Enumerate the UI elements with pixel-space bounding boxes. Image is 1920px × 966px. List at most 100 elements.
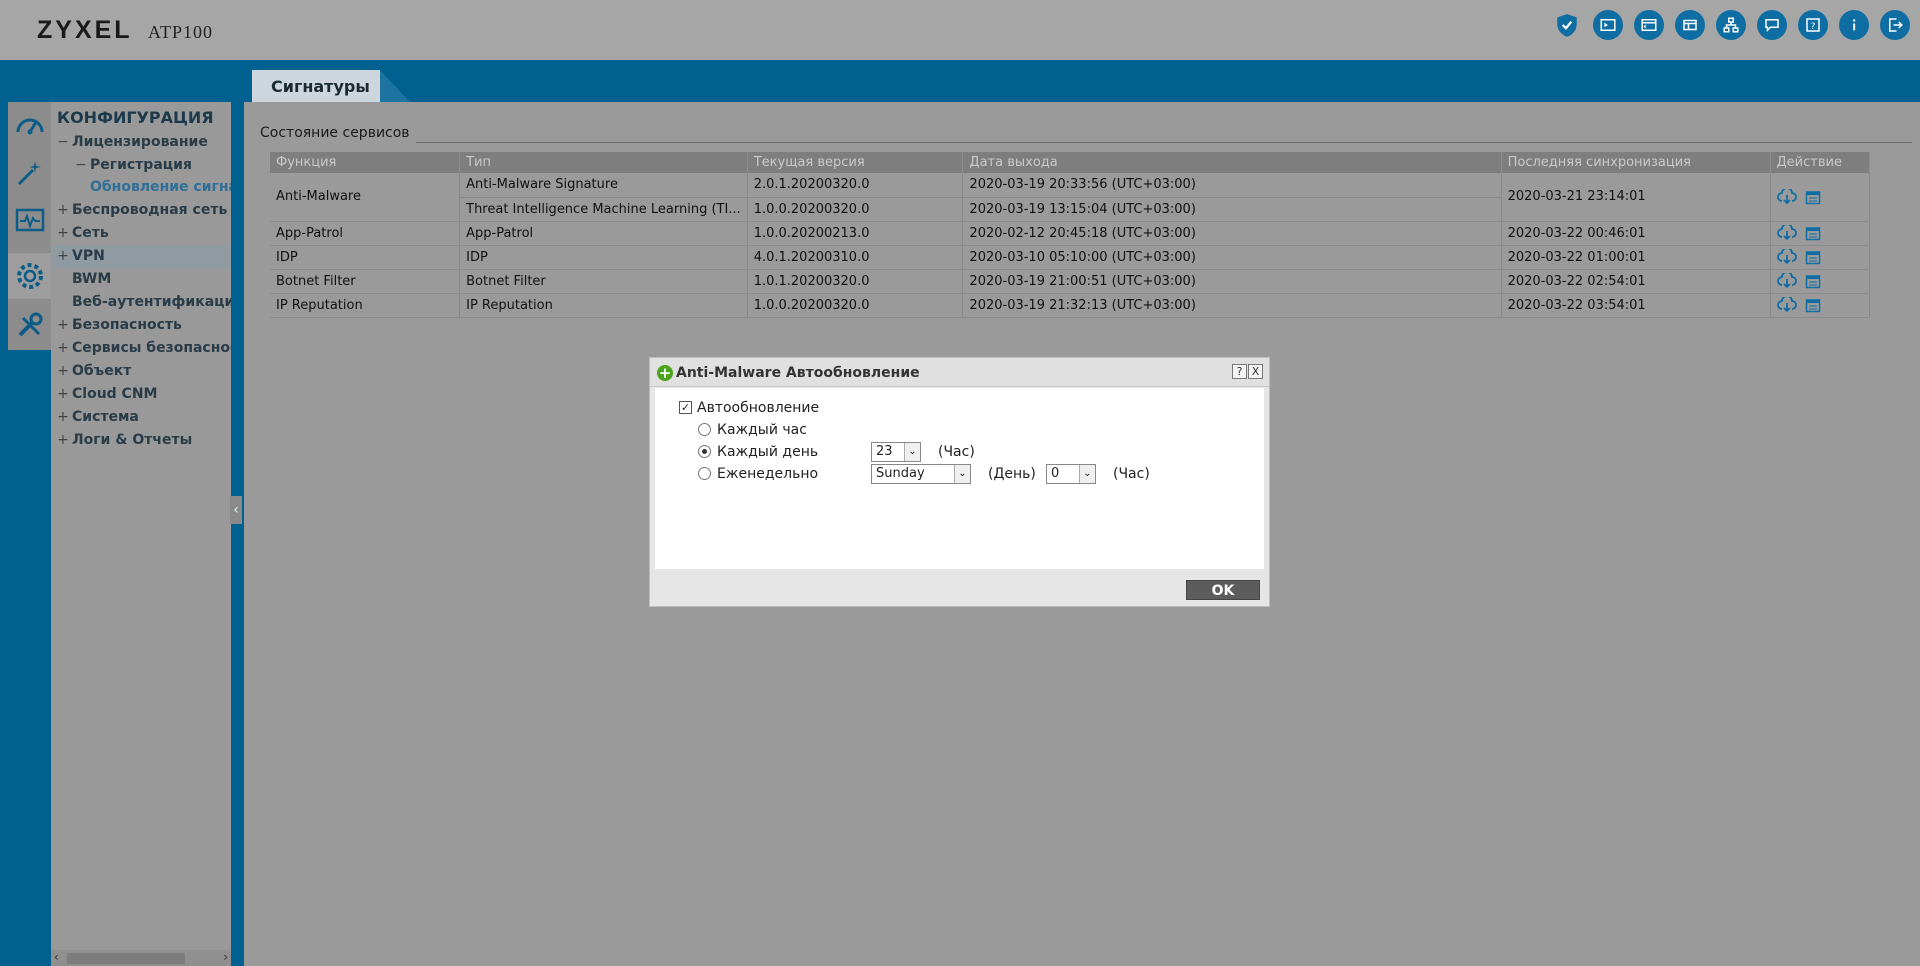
header-toolbar: ? bbox=[1552, 10, 1910, 40]
nav-item-wireless[interactable]: + Беспроводная сеть bbox=[51, 199, 231, 222]
daily-label: Каждый день bbox=[717, 444, 819, 460]
col-last-sync[interactable]: Последняя синхронизация bbox=[1501, 152, 1771, 173]
nav-item-security[interactable]: + Безопасность bbox=[51, 314, 231, 337]
tab-decoration bbox=[380, 70, 410, 102]
cell-date: 2020-02-12 20:45:18 (UTC+03:00) bbox=[962, 221, 1502, 246]
maintenance-tools-icon[interactable] bbox=[8, 302, 51, 348]
collapse-panel-icon[interactable]: ‹ bbox=[230, 496, 242, 524]
weekly-hour-unit: (Час) bbox=[1113, 466, 1150, 482]
info-icon[interactable] bbox=[1839, 10, 1869, 40]
table-row[interactable]: Botnet Filter Botnet Filter 1.0.1.202003… bbox=[270, 269, 1871, 294]
update-now-cloud-icon[interactable] bbox=[1776, 249, 1797, 265]
scroll-thumb[interactable] bbox=[67, 953, 185, 964]
weekly-day-unit: (День) bbox=[988, 466, 1036, 482]
logout-icon[interactable] bbox=[1880, 10, 1910, 40]
cell-date: 2020-03-19 13:15:04 (UTC+03:00) bbox=[962, 197, 1502, 222]
chat-icon[interactable] bbox=[1757, 10, 1787, 40]
section-divider bbox=[416, 142, 1912, 143]
nav-item-vpn[interactable]: + VPN bbox=[51, 245, 231, 268]
weekly-day-value: Sunday bbox=[876, 466, 925, 481]
brand-logo: ZYXEL bbox=[37, 16, 133, 44]
update-now-cloud-icon[interactable] bbox=[1776, 273, 1797, 289]
col-function[interactable]: Функция bbox=[270, 152, 461, 173]
nav-tree-scrollbar[interactable]: ‹ › bbox=[51, 950, 231, 966]
dialog-help-button[interactable]: ? bbox=[1232, 364, 1247, 379]
scroll-right-icon[interactable]: › bbox=[223, 950, 228, 964]
schedule-calendar-icon[interactable] bbox=[1803, 225, 1823, 241]
cell-version: 1.0.1.20200320.0 bbox=[747, 269, 964, 294]
nav-item-object[interactable]: + Объект bbox=[51, 360, 231, 383]
svg-text:?: ? bbox=[1811, 22, 1816, 32]
cell-date: 2020-03-19 20:33:56 (UTC+03:00) bbox=[962, 173, 1502, 198]
cell-function: IDP bbox=[270, 245, 461, 270]
dashboard-icon[interactable] bbox=[8, 102, 51, 148]
auto-update-label: Автообновление bbox=[697, 400, 820, 416]
daily-radio[interactable] bbox=[698, 445, 711, 458]
schedule-calendar-icon[interactable] bbox=[1803, 189, 1823, 205]
network-map-icon[interactable] bbox=[1716, 10, 1746, 40]
update-now-cloud-icon[interactable] bbox=[1776, 188, 1797, 205]
chevron-down-icon: ⌄ bbox=[904, 443, 920, 461]
schedule-calendar-icon[interactable] bbox=[1803, 249, 1823, 265]
weekly-hour-select[interactable]: 0 ⌄ bbox=[1046, 464, 1096, 484]
cell-type: IP Reputation bbox=[459, 293, 748, 318]
cell-sync: 2020-03-22 03:54:01 bbox=[1501, 293, 1771, 318]
hourly-radio[interactable] bbox=[698, 423, 711, 436]
daily-hour-unit: (Час) bbox=[938, 444, 975, 460]
wizard-icon[interactable] bbox=[8, 150, 51, 196]
cell-version: 4.0.1.20200310.0 bbox=[747, 245, 964, 270]
table-row[interactable]: IP Reputation IP Reputation 1.0.0.202003… bbox=[270, 293, 1871, 318]
chevron-down-icon: ⌄ bbox=[954, 465, 970, 483]
auto-update-checkbox[interactable]: ✓ bbox=[679, 401, 692, 414]
nav-item-network[interactable]: + Сеть bbox=[51, 222, 231, 245]
nav-item-licensing[interactable]: − Лицензирование bbox=[51, 131, 231, 154]
table-row[interactable]: App-Patrol App-Patrol 1.0.0.20200213.0 2… bbox=[270, 221, 1871, 246]
nav-item-logs-reports[interactable]: + Логи & Отчеты bbox=[51, 429, 231, 452]
nav-item-signature-update[interactable]: Обновление сигнатур bbox=[51, 176, 231, 199]
weekly-day-select[interactable]: Sunday ⌄ bbox=[871, 464, 971, 484]
cell-type: App-Patrol bbox=[459, 221, 748, 246]
weekly-label: Еженедельно bbox=[717, 466, 819, 482]
table-row[interactable]: IDP IDP 4.0.1.20200310.0 2020-03-10 05:1… bbox=[270, 245, 1871, 270]
nav-item-cloud-cnm[interactable]: + Cloud CNM bbox=[51, 383, 231, 406]
cell-action bbox=[1770, 293, 1871, 318]
cell-date: 2020-03-19 21:00:51 (UTC+03:00) bbox=[962, 269, 1502, 294]
configuration-gear-icon[interactable] bbox=[8, 253, 51, 299]
cell-sync: 2020-03-22 02:54:01 bbox=[1501, 269, 1771, 294]
table-row[interactable]: Anti-Malware Anti-Malware Signature 2.0.… bbox=[270, 173, 1871, 222]
weekly-hour-value: 0 bbox=[1051, 466, 1060, 481]
update-now-cloud-icon[interactable] bbox=[1776, 225, 1797, 241]
schedule-calendar-icon[interactable] bbox=[1803, 273, 1823, 289]
col-type[interactable]: Тип bbox=[459, 152, 748, 173]
nav-item-registration[interactable]: − Регистрация bbox=[51, 154, 231, 177]
security-shield-icon[interactable] bbox=[1552, 10, 1582, 40]
col-release-date[interactable]: Дата выхода bbox=[962, 152, 1502, 173]
ok-button[interactable]: OK bbox=[1186, 580, 1260, 600]
table-header-row: Функция Тип Текущая версия Дата выхода П… bbox=[270, 152, 1871, 173]
scroll-left-icon[interactable]: ‹ bbox=[54, 950, 59, 964]
cell-action bbox=[1770, 245, 1871, 270]
nav-item-system[interactable]: + Система bbox=[51, 406, 231, 429]
cell-type: IDP bbox=[459, 245, 748, 270]
cell-function: App-Patrol bbox=[270, 221, 461, 246]
nav-item-web-auth[interactable]: Веб-аутентификация bbox=[51, 291, 231, 314]
col-version[interactable]: Текущая версия bbox=[747, 152, 964, 173]
cell-function: IP Reputation bbox=[270, 293, 461, 318]
hourly-label: Каждый час bbox=[717, 422, 807, 438]
monitor-icon[interactable] bbox=[8, 198, 51, 244]
nav-item-security-services[interactable]: +Сервисы безопасности bbox=[51, 337, 231, 360]
device-model: ATP100 bbox=[148, 22, 214, 42]
dialog-close-button[interactable]: X bbox=[1248, 364, 1263, 379]
object-reference-icon[interactable] bbox=[1675, 10, 1705, 40]
cell-type: Threat Intelligence Machine Learning (TI… bbox=[459, 197, 748, 222]
update-now-cloud-icon[interactable] bbox=[1776, 297, 1797, 313]
schedule-calendar-icon[interactable] bbox=[1803, 297, 1823, 313]
tab-signatures[interactable]: Сигнатуры bbox=[252, 70, 380, 102]
weekly-radio[interactable] bbox=[698, 467, 711, 480]
help-icon[interactable]: ? bbox=[1798, 10, 1828, 40]
dialog-title: Anti-Malware Автообновление bbox=[676, 365, 920, 381]
cli-icon[interactable] bbox=[1634, 10, 1664, 40]
daily-hour-select[interactable]: 23 ⌄ bbox=[871, 442, 921, 462]
nav-item-bwm[interactable]: BWM bbox=[51, 268, 231, 291]
console-icon[interactable] bbox=[1593, 10, 1623, 40]
